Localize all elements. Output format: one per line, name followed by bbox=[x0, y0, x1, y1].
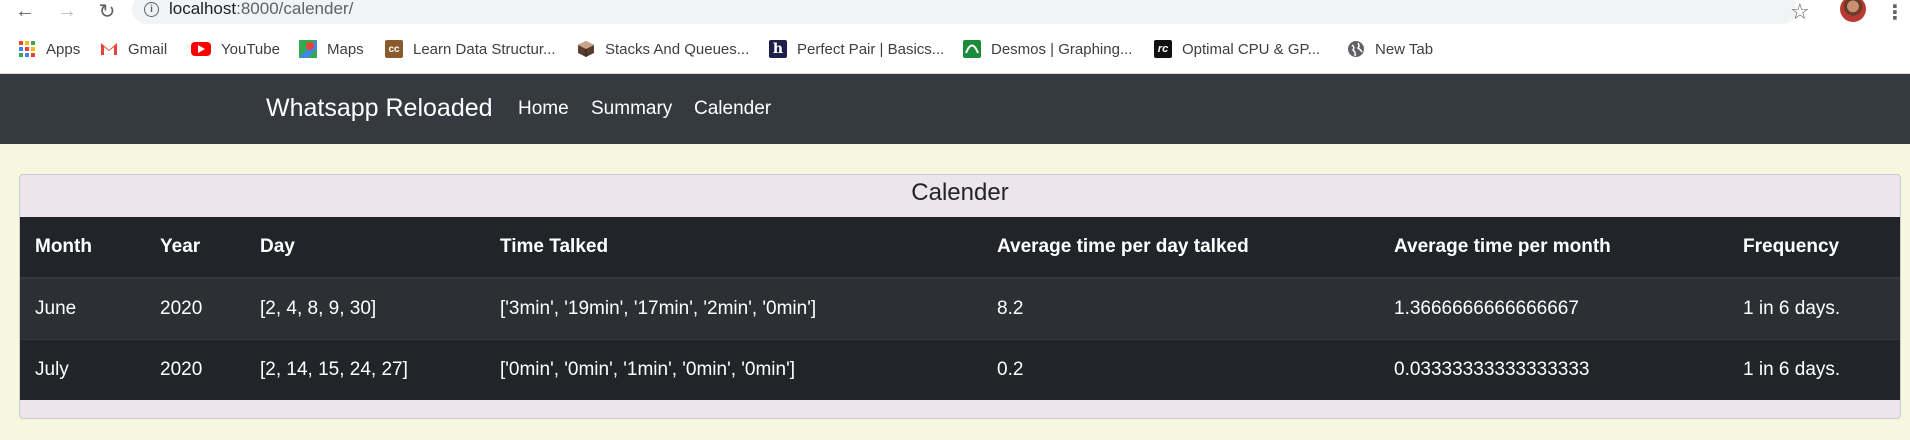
table-row: July 2020 [2, 14, 15, 24, 27] ['0min', '… bbox=[20, 338, 1900, 400]
bookmark-label: YouTube bbox=[221, 40, 280, 58]
browser-toolbar: ← → ↻ i localhost:8000/calender/ ☆ ⋮ bbox=[0, 0, 1910, 24]
bookmark-apps[interactable]: Apps bbox=[18, 38, 80, 60]
bookmark-label: Learn Data Structur... bbox=[413, 40, 556, 58]
bookmark-label: New Tab bbox=[1375, 40, 1434, 58]
reload-icon[interactable]: ↻ bbox=[92, 0, 122, 23]
bookmark-youtube[interactable]: YouTube bbox=[191, 38, 280, 60]
gmail-icon bbox=[100, 40, 118, 58]
info-icon[interactable]: i bbox=[144, 1, 159, 17]
nav-link-summary[interactable]: Summary bbox=[591, 98, 672, 120]
table-header-row: Month Year Day Time Talked Average time … bbox=[20, 217, 1900, 279]
bookmark-optimal-cpu[interactable]: rc Optimal CPU & GP... bbox=[1154, 38, 1320, 60]
url-text: localhost:8000/calender/ bbox=[169, 0, 353, 19]
hackerrank-icon: h bbox=[769, 40, 787, 58]
header-year: Year bbox=[145, 217, 245, 279]
bookmark-label: Desmos | Graphing... bbox=[991, 40, 1133, 58]
desmos-icon bbox=[963, 40, 981, 58]
header-month: Month bbox=[20, 217, 145, 279]
cell-time-talked: ['0min', '0min', '1min', '0min', '0min'] bbox=[485, 338, 982, 400]
bookmark-maps[interactable]: Maps bbox=[299, 38, 364, 60]
card-title: Calender bbox=[911, 179, 1009, 206]
header-frequency: Frequency bbox=[1728, 217, 1900, 279]
cell-year: 2020 bbox=[145, 277, 245, 339]
bookmark-star-icon[interactable]: ☆ bbox=[1790, 0, 1810, 25]
url-host: localhost bbox=[169, 0, 237, 18]
cell-avg-per-day: 8.2 bbox=[982, 277, 1379, 339]
table-row: June 2020 [2, 4, 8, 9, 30] ['3min', '19m… bbox=[20, 277, 1900, 339]
bookmarks-bar: Apps Gmail YouTube Maps cc Learn Data St… bbox=[0, 24, 1910, 74]
bookmark-label: Stacks And Queues... bbox=[605, 40, 750, 58]
globe-icon bbox=[1347, 40, 1365, 58]
header-day: Day bbox=[245, 217, 485, 279]
header-avg-per-month: Average time per month bbox=[1379, 217, 1728, 279]
calender-card: Calender Month Year Day Time Talked Aver… bbox=[19, 174, 1901, 419]
browser-menu-icon[interactable]: ⋮ bbox=[1885, 0, 1905, 25]
url-path: :8000/calender/ bbox=[236, 0, 354, 18]
cell-frequency: 1 in 6 days. bbox=[1728, 338, 1900, 400]
brand-link[interactable]: Whatsapp Reloaded bbox=[266, 94, 493, 123]
bookmark-learn-ds[interactable]: cc Learn Data Structur... bbox=[385, 38, 556, 60]
bookmark-stacks-queues[interactable]: Stacks And Queues... bbox=[577, 38, 749, 60]
maps-icon bbox=[299, 40, 317, 58]
bookmark-label: Optimal CPU & GP... bbox=[1182, 40, 1321, 58]
cell-frequency: 1 in 6 days. bbox=[1728, 277, 1900, 339]
nav-link-calender[interactable]: Calender bbox=[694, 98, 771, 120]
bookmark-desmos[interactable]: Desmos | Graphing... bbox=[963, 38, 1132, 60]
youtube-icon bbox=[191, 42, 211, 56]
bookmark-label: Perfect Pair | Basics... bbox=[797, 40, 945, 58]
cell-avg-per-month: 1.3666666666666667 bbox=[1379, 277, 1728, 339]
profile-avatar[interactable] bbox=[1840, 0, 1866, 22]
cell-month: June bbox=[20, 277, 145, 339]
forward-arrow-icon[interactable]: → bbox=[52, 0, 82, 22]
cell-day: [2, 14, 15, 24, 27] bbox=[245, 338, 485, 400]
app-navbar: Whatsapp Reloaded Home Summary Calender bbox=[0, 74, 1910, 144]
bookmark-label: Maps bbox=[327, 40, 364, 58]
cell-avg-per-day: 0.2 bbox=[982, 338, 1379, 400]
header-time-talked: Time Talked bbox=[485, 217, 982, 279]
rc-icon: rc bbox=[1154, 40, 1172, 58]
cell-avg-per-month: 0.03333333333333333 bbox=[1379, 338, 1728, 400]
bookmark-label: Gmail bbox=[128, 40, 168, 58]
apps-grid-icon bbox=[18, 40, 36, 58]
calender-table: Month Year Day Time Talked Average time … bbox=[20, 217, 1900, 400]
cell-day: [2, 4, 8, 9, 30] bbox=[245, 277, 485, 339]
cell-time-talked: ['3min', '19min', '17min', '2min', '0min… bbox=[485, 277, 982, 339]
cc-icon: cc bbox=[385, 40, 403, 58]
cube-icon bbox=[577, 40, 595, 58]
cell-year: 2020 bbox=[145, 338, 245, 400]
bookmark-label: Apps bbox=[46, 40, 81, 58]
back-arrow-icon[interactable]: ← bbox=[10, 0, 40, 22]
bookmark-perfect-pair[interactable]: h Perfect Pair | Basics... bbox=[769, 38, 944, 60]
header-avg-per-day: Average time per day talked bbox=[982, 217, 1379, 279]
address-bar[interactable]: i localhost:8000/calender/ bbox=[132, 0, 1797, 24]
bookmark-gmail[interactable]: Gmail bbox=[100, 38, 167, 60]
cell-month: July bbox=[20, 338, 145, 400]
nav-link-home[interactable]: Home bbox=[518, 98, 569, 120]
bookmark-new-tab[interactable]: New Tab bbox=[1347, 38, 1433, 60]
